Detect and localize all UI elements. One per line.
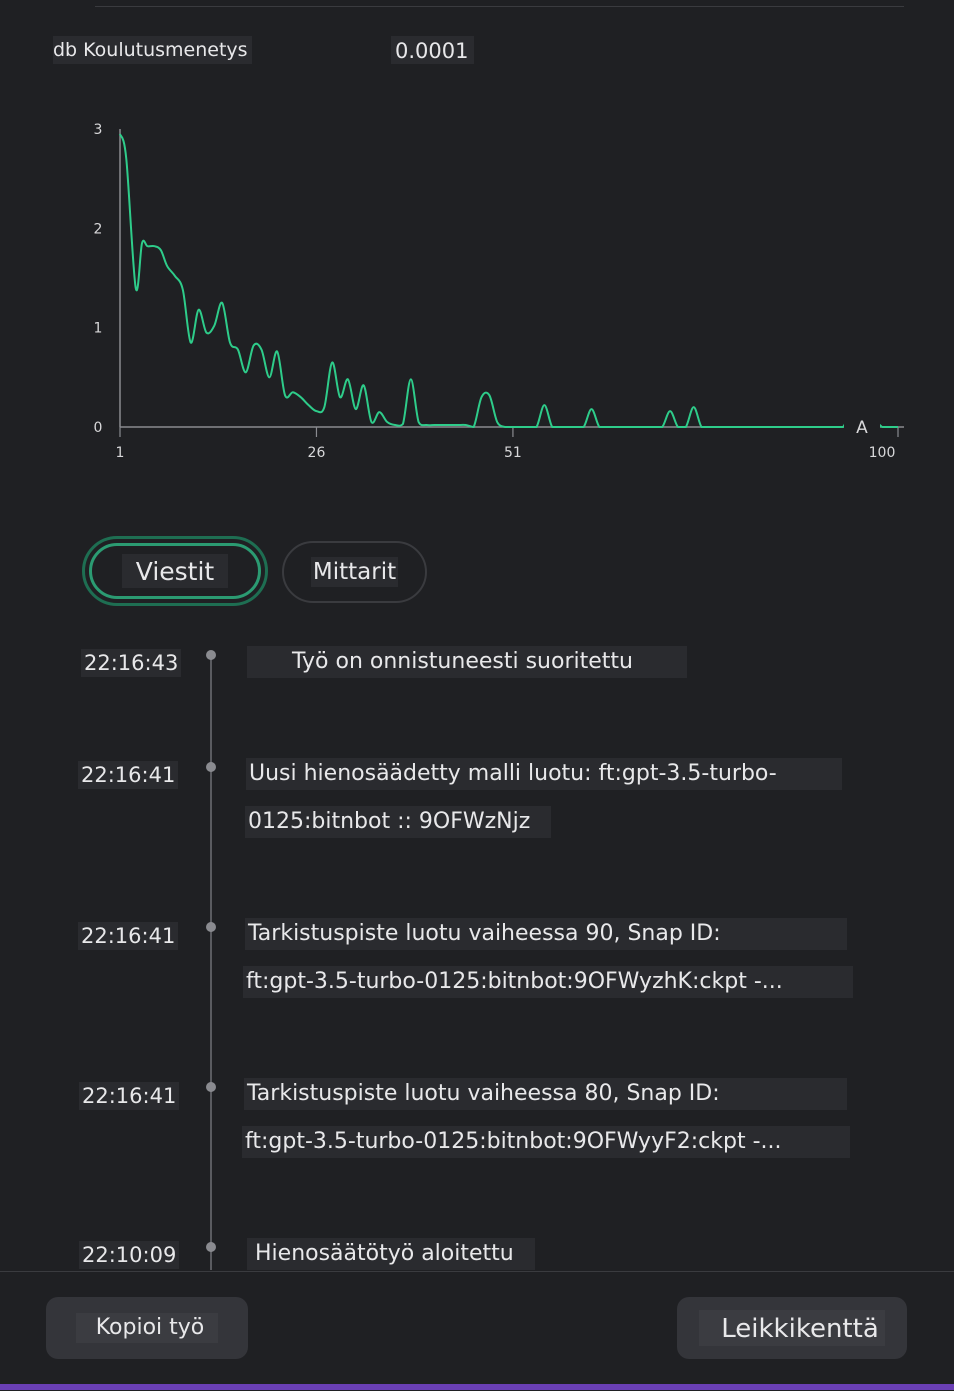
timeline-dot — [206, 650, 216, 660]
top-divider — [95, 6, 904, 7]
tab-metrics-label: Mittarit — [310, 557, 399, 587]
timeline-dot — [206, 922, 216, 932]
playground-button[interactable]: Leikkikenttä — [677, 1297, 907, 1359]
event-message: Työ on onnistuneesti suoritettu — [247, 646, 687, 678]
event-time: 22:16:41 — [78, 761, 179, 789]
event-message-line: ft:gpt-3.5-turbo-0125:bitnbot:9OFWyzhK:c… — [243, 966, 853, 998]
tab-messages-label: Viestit — [121, 554, 229, 588]
event-message-line: Uusi hienosäädetty malli luotu: ft:gpt-3… — [246, 758, 842, 790]
event-message: Hienosäätötyö aloitettu — [247, 1238, 535, 1270]
end-marker-label: A — [856, 418, 868, 438]
x-tick-label: 26 — [308, 445, 326, 461]
training-loss-chart: 01231 26 51 100A — [94, 122, 904, 461]
event-time: 22:16:43 — [81, 649, 182, 677]
event-message-line: Tarkistuspiste luotu vaiheessa 90, Snap … — [245, 918, 847, 950]
timeline-dot — [206, 1082, 216, 1092]
copy-job-button[interactable]: Kopioi työ — [46, 1297, 248, 1359]
x-tick-label: 1 — [116, 445, 125, 461]
y-tick-label: 2 — [94, 221, 103, 237]
playground-label: Leikkikenttä — [699, 1310, 885, 1346]
timeline-dot — [206, 1242, 216, 1252]
event-time: 22:16:41 — [79, 1082, 180, 1110]
event-message-line: 0125:bitnbot :: 9OFWzNjz — [245, 806, 551, 838]
event-time: 22:16:41 — [78, 922, 179, 950]
x-tick-label: 51 — [504, 445, 522, 461]
tab-metrics[interactable]: Mittarit — [282, 541, 427, 603]
bottom-accent-bar — [0, 1384, 954, 1390]
loss-series-line — [119, 133, 898, 429]
tab-messages[interactable]: Viestit — [82, 536, 268, 606]
metric-value: 0.0001 — [391, 36, 475, 64]
y-tick-label: 1 — [94, 321, 103, 337]
copy-job-label: Kopioi työ — [75, 1313, 219, 1343]
event-time: 22:10:09 — [79, 1241, 180, 1269]
event-message-line: Tarkistuspiste luotu vaiheessa 80, Snap … — [244, 1078, 847, 1110]
timeline-line — [210, 655, 212, 1270]
metric-name: db Koulutusmenetys — [53, 36, 252, 64]
timeline-dot — [206, 762, 216, 772]
y-tick-label: 3 — [94, 122, 103, 138]
y-tick-label: 0 — [94, 420, 103, 436]
x-tick-label: 100 — [869, 445, 896, 461]
event-message-line: ft:gpt-3.5-turbo-0125:bitnbot:9OFWyyF2:c… — [242, 1126, 850, 1158]
